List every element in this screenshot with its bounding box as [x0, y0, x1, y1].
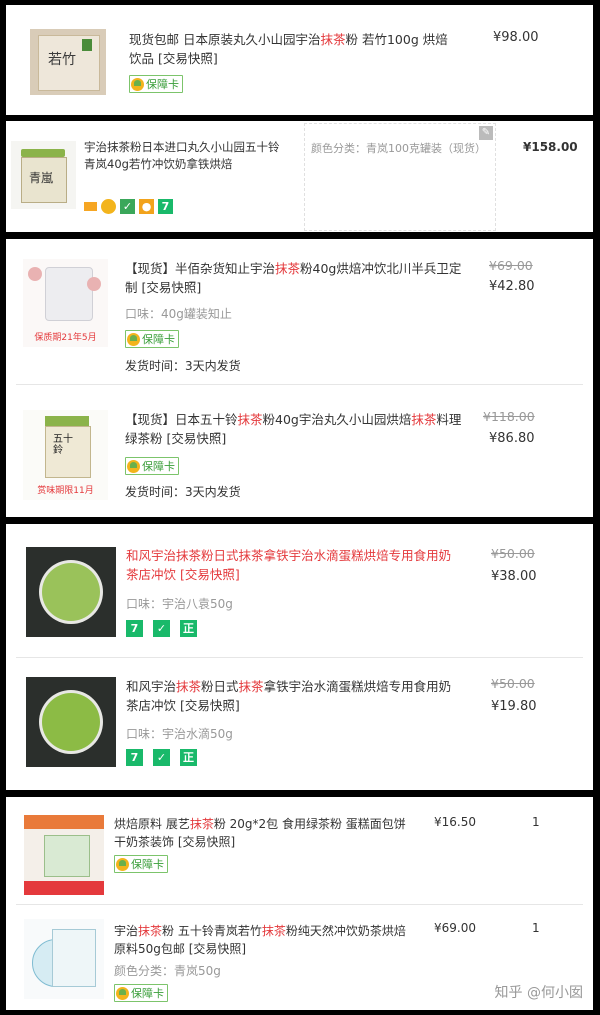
- guarantee-icon: [116, 857, 129, 871]
- price: ¥19.80: [491, 699, 537, 714]
- thumb-label: 青嵐: [29, 171, 54, 185]
- product-title[interactable]: 宇治抹茶粉 五十铃青岚若竹抹茶粉纯天然冲饮奶茶烘焙原料50g包邮 [交易快照]: [114, 922, 414, 958]
- guarantee-icon: [127, 459, 140, 473]
- product-thumbnail[interactable]: [26, 677, 116, 767]
- ship-time: 发货时间：3天内发货: [125, 485, 241, 499]
- service-icons: 7 ✓ 正: [126, 749, 201, 768]
- product-title[interactable]: 现货包邮 日本原装丸久小山园宇治抹茶粉 若竹100g 烘焙 饮品 [交易快照]: [129, 30, 459, 68]
- original-price: ¥69.00: [489, 258, 533, 273]
- thumb-caption: 赏味期限11月: [37, 486, 94, 496]
- coin-icon: ●: [139, 199, 154, 214]
- taste-option: 口味：40g罐装知止: [125, 307, 232, 321]
- thumb-caption: 保质期21年5月: [34, 333, 97, 343]
- product-thumbnail[interactable]: 保质期21年5月: [23, 259, 108, 347]
- guarantee-icon: [127, 332, 140, 346]
- original-price: ¥118.00: [483, 409, 535, 424]
- taste-option: 口味：宇治八袁50g: [126, 597, 233, 611]
- guarantee-icon: ✓: [153, 749, 170, 766]
- price: ¥86.80: [489, 431, 535, 446]
- original-price: ¥50.00: [491, 676, 535, 691]
- quantity: 1: [532, 815, 540, 829]
- quantity: 1: [532, 921, 540, 935]
- product-thumbnail[interactable]: 青嵐: [11, 141, 76, 209]
- price: ¥98.00: [493, 30, 539, 45]
- guarantee-badge[interactable]: 保障卡: [125, 330, 179, 348]
- original-price: ¥50.00: [491, 546, 535, 561]
- price: ¥158.00: [523, 140, 578, 154]
- price: ¥38.00: [491, 569, 537, 584]
- guarantee-badge[interactable]: 保障卡: [129, 75, 183, 93]
- seven-day-icon: 7: [126, 749, 143, 766]
- seven-day-icon: 7: [126, 620, 143, 637]
- ship-time: 发货时间：3天内发货: [125, 359, 241, 373]
- card-icon: [84, 202, 97, 211]
- divider: [16, 657, 583, 658]
- product-title[interactable]: 和风宇治抹茶粉日式抹茶拿铁宇治水滴蛋糕烘焙专用食用奶茶店冲饮 [交易快照]: [126, 677, 461, 715]
- order-item-panel-2: 青嵐 宇治抹茶粉日本进口丸久小山园五十铃青岚40g若竹冲饮奶拿铁烘焙 ✓ ● 7 ✎…: [6, 121, 593, 232]
- guarantee-badge[interactable]: 保障卡: [114, 855, 168, 873]
- product-title[interactable]: 【现货】日本五十铃抹茶粉40g宇治丸久小山园烘焙抹茶料理绿茶粉 [交易快照]: [125, 410, 465, 448]
- product-thumbnail[interactable]: [24, 815, 104, 895]
- edit-icon[interactable]: ✎: [479, 126, 493, 140]
- order-item-panel-1: 若竹 现货包邮 日本原装丸久小山园宇治抹茶粉 若竹100g 烘焙 饮品 [交易快…: [6, 5, 593, 115]
- sku-option: 颜色分类：青岚100克罐装（现货）: [311, 142, 486, 155]
- price: ¥42.80: [489, 279, 535, 294]
- thumb-label: 若竹: [48, 52, 76, 68]
- service-icons: 7 ✓ 正: [126, 620, 201, 639]
- product-thumbnail[interactable]: 若竹: [30, 29, 106, 95]
- thumb-label: 五十鈴: [53, 434, 73, 456]
- product-title[interactable]: 【现货】半佰杂货知止宇治抹茶粉40g烘焙冲饮北川半兵卫定制 [交易快照]: [125, 259, 465, 297]
- guarantee-icon: ✓: [153, 620, 170, 637]
- product-title[interactable]: 烘焙原料 展艺抹茶粉 20g*2包 食用绿茶粉 蛋糕面包饼干奶茶装饰 [交易快照…: [114, 815, 414, 851]
- genuine-icon: 正: [180, 749, 197, 766]
- service-icons: ✓ ● 7: [84, 199, 177, 218]
- order-item-panel-5: 烘焙原料 展艺抹茶粉 20g*2包 食用绿茶粉 蛋糕面包饼干奶茶装饰 [交易快照…: [6, 797, 593, 1010]
- product-thumbnail[interactable]: 五十鈴 赏味期限11月: [23, 410, 108, 500]
- watermark: 知乎 @何小囡: [494, 985, 583, 1001]
- guarantee-badge[interactable]: 保障卡: [114, 984, 168, 1002]
- sku-option: 颜色分类：青岚50g: [114, 964, 221, 978]
- taste-option: 口味：宇治水滴50g: [126, 727, 233, 741]
- order-item-panel-4: 和风宇治抹茶粉日式抹茶拿铁宇治水滴蛋糕烘焙专用食用奶茶店冲饮 [交易快照] 口味…: [6, 524, 593, 790]
- price: ¥16.50: [434, 815, 476, 829]
- product-thumbnail[interactable]: [26, 547, 116, 637]
- guarantee-icon: ✓: [120, 199, 135, 214]
- genuine-icon: 正: [180, 620, 197, 637]
- divider: [16, 904, 583, 905]
- divider: [16, 384, 583, 385]
- guarantee-icon: [116, 986, 129, 1000]
- seven-day-icon: 7: [158, 199, 173, 214]
- price: ¥69.00: [434, 921, 476, 935]
- guarantee-badge[interactable]: 保障卡: [125, 457, 179, 475]
- order-item-panel-3: 保质期21年5月 【现货】半佰杂货知止宇治抹茶粉40g烘焙冲饮北川半兵卫定制 […: [6, 239, 593, 517]
- guarantee-icon: [131, 77, 144, 91]
- yellow-badge-icon: [101, 199, 116, 214]
- product-title[interactable]: 和风宇治抹茶粉日式抹茶拿铁宇治水滴蛋糕烘焙专用食用奶茶店冲饮 [交易快照]: [126, 546, 461, 584]
- product-title[interactable]: 宇治抹茶粉日本进口丸久小山园五十铃青岚40g若竹冲饮奶拿铁烘焙: [84, 139, 289, 173]
- product-thumbnail[interactable]: [24, 919, 104, 999]
